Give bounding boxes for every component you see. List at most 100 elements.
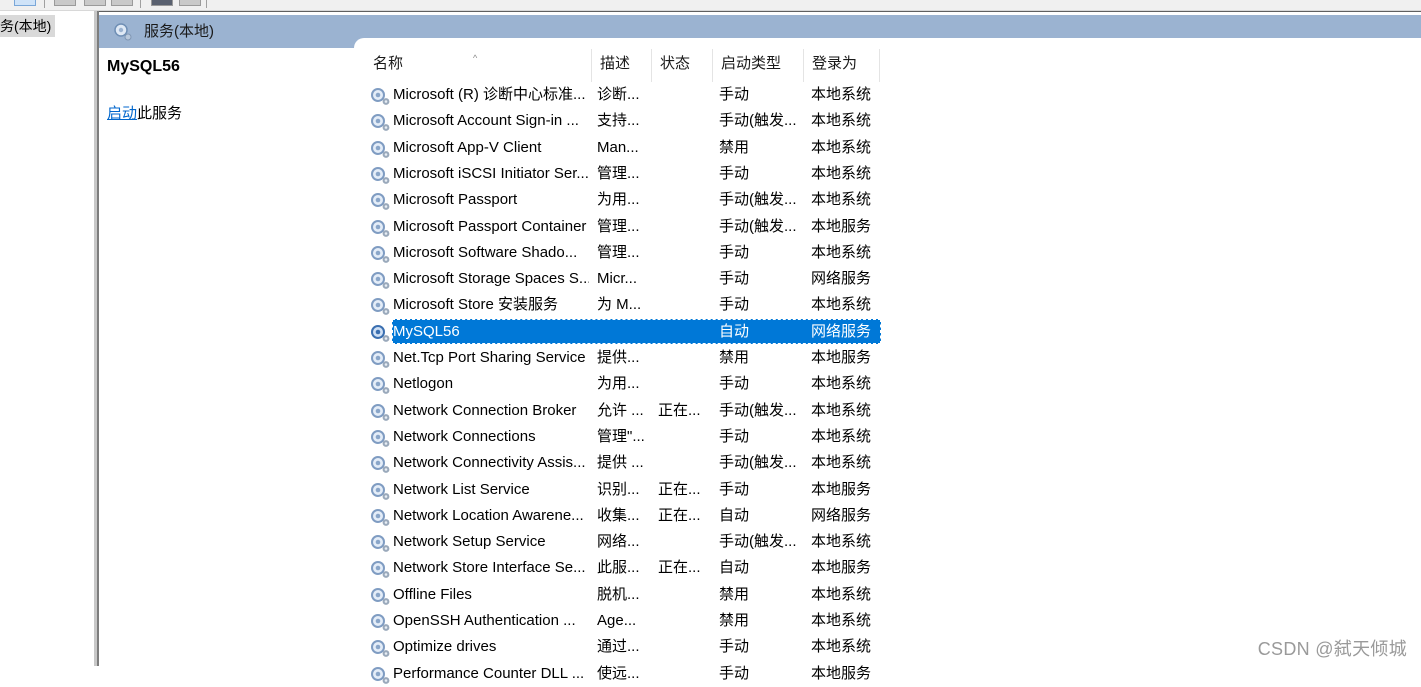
service-startup-type: 手动(触发... — [719, 401, 797, 419]
service-description: 允许 ... — [597, 401, 644, 419]
service-gear-icon — [371, 429, 390, 447]
service-row[interactable]: Microsoft Passport 为用... 手动(触发... 本地系统 — [365, 187, 881, 213]
service-gear-icon — [371, 219, 390, 237]
start-service-link[interactable]: 启动 — [107, 105, 137, 122]
service-description: 管理... — [597, 164, 640, 182]
service-name: Offline Files — [393, 585, 472, 603]
service-row[interactable]: Microsoft iSCSI Initiator Ser... 管理... 手动 本… — [365, 161, 881, 187]
toolbar-button-3[interactable] — [111, 0, 133, 6]
console-tree: 务(本地) — [0, 11, 94, 666]
service-name: Network Store Interface Se... — [393, 559, 586, 577]
service-gear-icon — [371, 456, 390, 474]
service-gear-icon — [371, 666, 390, 684]
service-name: Microsoft iSCSI Initiator Ser... — [393, 164, 589, 182]
service-name: Network List Service — [393, 480, 530, 498]
service-log-on-as: 网络服务 — [811, 506, 872, 524]
service-name: Network Connections — [393, 427, 536, 445]
service-gear-icon — [371, 508, 390, 526]
service-description: 脱机... — [597, 585, 640, 603]
service-gear-icon — [371, 640, 390, 658]
column-header-description[interactable]: 描述 — [592, 49, 652, 82]
service-gear-icon — [371, 166, 390, 184]
service-startup-type: 禁用 — [719, 138, 750, 156]
service-gear-icon — [371, 377, 390, 395]
service-gear-icon — [371, 114, 390, 132]
service-name: OpenSSH Authentication ... — [393, 612, 576, 629]
service-row[interactable]: Microsoft Passport Container 管理... 手动(触发..… — [365, 214, 881, 240]
service-description: 收集... — [597, 506, 640, 524]
column-header-startup-type[interactable]: 启动类型 — [713, 49, 804, 82]
column-header-status[interactable]: 状态 — [652, 49, 713, 82]
service-description: 为用... — [597, 191, 640, 209]
service-name: Net.Tcp Port Sharing Service — [393, 349, 586, 366]
service-startup-type: 手动 — [719, 243, 750, 261]
sort-ascending-icon: ^ — [473, 53, 478, 63]
service-log-on-as: 本地系统 — [811, 401, 872, 419]
service-gear-icon — [371, 140, 390, 158]
service-row[interactable]: OpenSSH Authentication ... Age... 禁用 本地系统 — [365, 608, 881, 634]
service-startup-type: 手动 — [719, 86, 750, 103]
toolbar-button-2[interactable] — [84, 0, 106, 6]
service-row[interactable]: Network Setup Service 网络... 手动(触发... 本地系统 — [365, 529, 881, 555]
service-description: 网络... — [597, 533, 640, 551]
service-name: Netlogon — [393, 375, 454, 393]
service-row[interactable]: Network Location Awarene... 收集... 正在... 自动 网… — [365, 503, 881, 529]
tree-item-services-local[interactable]: 务(本地) — [0, 15, 56, 37]
service-name: Network Setup Service — [393, 533, 546, 551]
service-row[interactable]: Network Store Interface Se... 此服... 正在... 自… — [365, 555, 881, 581]
service-log-on-as: 本地系统 — [811, 638, 872, 656]
service-row[interactable]: Microsoft Storage Spaces S... Micr... 手动 网络… — [365, 266, 881, 292]
service-name: Microsoft App-V Client — [393, 138, 542, 156]
service-startup-type: 自动 — [719, 506, 750, 524]
start-service-suffix: 此服务 — [137, 105, 183, 122]
service-row[interactable]: Net.Tcp Port Sharing Service 提供... 禁用 本地服务 — [365, 345, 881, 371]
service-log-on-as: 本地系统 — [811, 533, 872, 551]
column-header-name[interactable]: ^ 名称 — [365, 49, 592, 82]
service-name: Microsoft Account Sign-in ... — [393, 112, 579, 130]
column-header-log-on-as[interactable]: 登录为 — [804, 49, 880, 82]
service-name: Microsoft (R) 诊断中心标准... — [393, 86, 586, 103]
service-gear-icon — [371, 193, 390, 211]
service-row[interactable]: Network Connectivity Assis... 提供 ... 手动(触发… — [365, 450, 881, 476]
toolbar-help-button[interactable] — [179, 0, 201, 6]
service-row[interactable]: Netlogon 为用... 手动 本地系统 — [365, 371, 881, 397]
service-gear-icon — [371, 245, 390, 263]
column-header-label: 登录为 — [812, 55, 858, 72]
service-startup-type: 手动 — [719, 480, 750, 498]
service-name: Microsoft Store 安装服务 — [393, 296, 559, 314]
service-row[interactable]: Microsoft Store 安装服务 为 M... 手动 本地系统 — [365, 292, 881, 318]
service-startup-type: 手动(触发... — [719, 454, 797, 472]
service-log-on-as: 本地系统 — [811, 164, 872, 182]
column-header-label: 启动类型 — [721, 55, 782, 72]
toolbar-separator — [140, 0, 141, 8]
service-startup-type: 自动 — [719, 559, 750, 577]
service-name: Performance Counter DLL ... — [393, 664, 585, 682]
service-row[interactable]: Microsoft Software Shado... 管理... 手动 本地系统 — [365, 240, 881, 266]
toolbar-separator — [206, 0, 207, 8]
service-row[interactable]: Offline Files 脱机... 禁用 本地系统 — [365, 582, 881, 608]
service-row-selected[interactable]: MySQL56 自动 网络服务 — [365, 318, 881, 345]
service-row[interactable]: Microsoft (R) 诊断中心标准... 诊断... 手动 本地系统 — [365, 82, 881, 108]
service-startup-type: 手动 — [719, 375, 750, 393]
service-row[interactable]: Network List Service 识别... 正在... 手动 本地服务 — [365, 477, 881, 503]
service-row[interactable]: Performance Counter DLL ... 使远... 手动 本地服务 — [365, 661, 881, 687]
service-name: Microsoft Passport Container — [393, 217, 587, 235]
service-row[interactable]: Network Connections 管理"... 手动 本地系统 — [365, 424, 881, 450]
service-name: Microsoft Passport — [393, 191, 518, 209]
service-name: Network Connectivity Assis... — [393, 454, 586, 472]
service-log-on-as: 本地系统 — [811, 191, 872, 209]
service-row[interactable]: Optimize drives 通过... 手动 本地系统 — [365, 634, 881, 660]
toolbar-view-button[interactable] — [14, 0, 36, 6]
toolbar-button-1[interactable] — [54, 0, 76, 6]
service-description: 提供 ... — [597, 454, 644, 472]
service-row[interactable]: Microsoft App-V Client Man... 禁用 本地系统 — [365, 135, 881, 161]
service-log-on-as: 本地系统 — [811, 243, 872, 261]
service-gear-icon — [371, 351, 390, 368]
service-gear-icon — [371, 272, 390, 289]
toolbar-separator — [44, 0, 45, 8]
service-row[interactable]: Network Connection Broker 允许 ... 正在... 手动(触… — [365, 398, 881, 424]
service-gear-icon — [371, 614, 390, 631]
toolbar-properties-button[interactable] — [151, 0, 173, 6]
service-row[interactable]: Microsoft Account Sign-in ... 支持... 手动(触发.… — [365, 108, 881, 134]
service-log-on-as: 网络服务 — [811, 322, 872, 340]
